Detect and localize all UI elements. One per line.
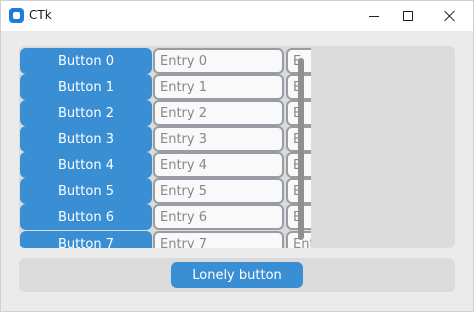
list-row: Button 1 Entry 1 E: [19, 74, 311, 100]
row-entry-2[interactable]: Entry 2: [153, 100, 284, 126]
row-entry-0[interactable]: Entry 0: [153, 48, 284, 74]
list-row: Button 0 Entry 0 E: [19, 48, 311, 74]
row-entry-3[interactable]: Entry 3: [153, 126, 284, 152]
row-button-1[interactable]: Button 1: [20, 74, 152, 100]
app-icon: [9, 8, 24, 23]
list-row: Button 2 Entry 2 E: [19, 100, 311, 126]
list-row: Button 6 Entry 6 E: [19, 204, 311, 230]
bottom-frame: Lonely button: [19, 258, 455, 292]
row-button-5[interactable]: Button 5: [20, 178, 152, 204]
row-button-0[interactable]: Button 0: [20, 48, 152, 74]
app-window: CTk Button 0 Entry 0 E Button 1 Entry 1 …: [0, 0, 474, 312]
row-entry-4[interactable]: Entry 4: [153, 152, 284, 178]
scroll-content: Button 0 Entry 0 E Button 1 Entry 1 E Bu…: [19, 46, 311, 248]
row-button-4[interactable]: Button 4: [20, 152, 152, 178]
row-entry-1[interactable]: Entry 1: [153, 74, 284, 100]
row-button-2[interactable]: Button 2: [20, 100, 152, 126]
list-row: Button 5 Entry 5 E: [19, 178, 311, 204]
minimize-icon: [369, 15, 379, 17]
lonely-button[interactable]: Lonely button: [171, 262, 303, 288]
scrollbar-thumb[interactable]: [298, 58, 304, 240]
row-button-7[interactable]: Button 7: [20, 231, 152, 248]
row-entry-7[interactable]: Entry 7: [153, 231, 284, 248]
window-title: CTk: [29, 8, 52, 22]
close-button[interactable]: [427, 1, 473, 31]
list-row: Button 3 Entry 3 E: [19, 126, 311, 152]
list-row: Button 4 Entry 4 E: [19, 152, 311, 178]
list-row: Button 7 Entry 7 Ent: [19, 231, 311, 248]
row-entry-5[interactable]: Entry 5: [153, 178, 284, 204]
vertical-scrollbar[interactable]: [295, 52, 307, 242]
row-entry-6[interactable]: Entry 6: [153, 204, 284, 230]
maximize-icon: [403, 11, 413, 21]
title-bar[interactable]: CTk: [1, 1, 473, 31]
scrollable-frame[interactable]: Button 0 Entry 0 E Button 1 Entry 1 E Bu…: [19, 46, 455, 248]
row-button-3[interactable]: Button 3: [20, 126, 152, 152]
row-button-6[interactable]: Button 6: [20, 204, 152, 230]
close-icon: [444, 10, 456, 22]
maximize-button[interactable]: [385, 1, 431, 31]
